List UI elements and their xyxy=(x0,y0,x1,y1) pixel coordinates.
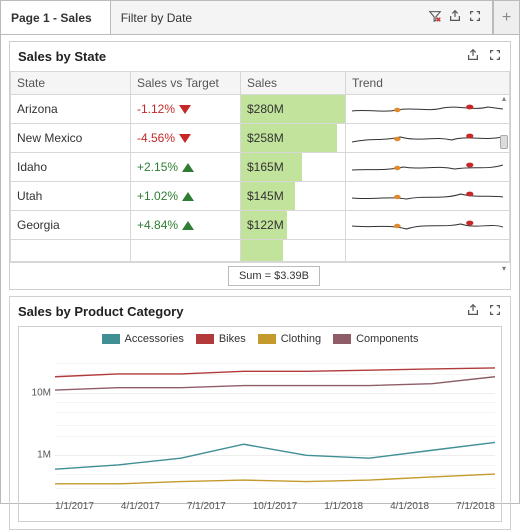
maximize-icon[interactable] xyxy=(480,48,502,65)
x-tick-label: 1/1/2018 xyxy=(324,501,363,512)
legend-item-components[interactable]: Components xyxy=(333,333,418,345)
export-icon[interactable] xyxy=(448,9,462,26)
cell-sales: $145M xyxy=(241,182,346,211)
series-line-components xyxy=(55,377,495,390)
cell-trend xyxy=(346,211,510,240)
maximize-icon[interactable] xyxy=(480,303,502,320)
chart-area: Accessories Bikes Clothing Components 1M 10M… xyxy=(18,326,502,522)
col-header-sales[interactable]: Sales xyxy=(241,72,346,95)
vertical-scrollbar-thumb[interactable] xyxy=(500,135,508,149)
export-icon[interactable] xyxy=(458,48,480,65)
legend-swatch xyxy=(258,334,276,344)
tab-page1-sales[interactable]: Page 1 - Sales xyxy=(1,1,111,34)
cell-state: Arizona xyxy=(11,95,131,124)
scroll-up-arrow[interactable]: ▴ xyxy=(500,95,508,103)
legend-item-bikes[interactable]: Bikes xyxy=(196,333,246,345)
col-header-vs[interactable]: Sales vs Target xyxy=(131,72,241,95)
triangle-down-icon xyxy=(179,134,191,143)
series-line-clothing xyxy=(55,474,495,484)
cell-vs-target: -4.56% xyxy=(131,124,241,153)
legend-swatch xyxy=(102,334,120,344)
col-header-state[interactable]: State xyxy=(11,72,131,95)
table-row[interactable]: Arizona-1.12%$280M xyxy=(11,95,510,124)
tab-title: Page 1 - Sales xyxy=(11,11,92,25)
x-tick-label: 7/1/2017 xyxy=(187,501,226,512)
x-tick-label: 1/1/2017 xyxy=(55,501,94,512)
y-tick-label: 1M xyxy=(37,450,51,461)
legend-item-accessories[interactable]: Accessories xyxy=(102,333,184,345)
plus-icon: + xyxy=(502,9,511,27)
legend-label: Accessories xyxy=(125,333,184,345)
state-table: State Sales vs Target Sales Trend Arizon… xyxy=(10,71,510,262)
x-tick-label: 4/1/2018 xyxy=(390,501,429,512)
cell-trend xyxy=(346,153,510,182)
triangle-up-icon xyxy=(182,221,194,230)
series-line-bikes xyxy=(55,368,495,377)
chart-legend: Accessories Bikes Clothing Components xyxy=(25,333,495,345)
cell-state: Utah xyxy=(11,182,131,211)
sum-label: Sum = $3.39B xyxy=(228,266,320,286)
series-line-accessories xyxy=(55,442,495,469)
legend-swatch xyxy=(196,334,214,344)
table-row[interactable]: Georgia+4.84%$122M xyxy=(11,211,510,240)
triangle-up-icon xyxy=(182,192,194,201)
chart-plot: 1M10M xyxy=(55,349,495,499)
panel-title: Sales by State xyxy=(18,49,106,64)
x-tick-label: 4/1/2017 xyxy=(121,501,160,512)
cell-trend xyxy=(346,124,510,153)
table-row[interactable]: Idaho+2.15%$165M xyxy=(11,153,510,182)
legend-label: Bikes xyxy=(219,333,246,345)
table-row[interactable]: Utah+1.02%$145M xyxy=(11,182,510,211)
cell-sales: $280M xyxy=(241,95,346,124)
cell-state: New Mexico xyxy=(11,124,131,153)
legend-label: Clothing xyxy=(281,333,321,345)
cell-vs-target: -1.12% xyxy=(131,95,241,124)
table-footer: Sum = $3.39B xyxy=(10,262,510,289)
y-tick-label: 10M xyxy=(32,387,51,398)
maximize-icon[interactable] xyxy=(468,9,482,26)
state-table-wrap: State Sales vs Target Sales Trend Arizon… xyxy=(10,71,510,289)
x-axis-ticks: 1/1/2017 4/1/2017 7/1/2017 10/1/2017 1/1/201… xyxy=(55,501,495,512)
legend-label: Components xyxy=(356,333,418,345)
cell-state: Idaho xyxy=(11,153,131,182)
tab-filter-by-date[interactable]: Filter by Date xyxy=(111,1,493,34)
table-header-row: State Sales vs Target Sales Trend xyxy=(11,72,510,95)
clear-filter-icon[interactable] xyxy=(428,9,442,26)
panel-header: Sales by State xyxy=(10,42,510,71)
export-icon[interactable] xyxy=(458,303,480,320)
cell-sales: $165M xyxy=(241,153,346,182)
legend-item-clothing[interactable]: Clothing xyxy=(258,333,321,345)
add-tab-button[interactable]: + xyxy=(493,1,519,34)
col-header-trend[interactable]: Trend xyxy=(346,72,510,95)
tab-title: Filter by Date xyxy=(121,11,192,25)
x-tick-label: 10/1/2017 xyxy=(253,501,298,512)
cell-trend xyxy=(346,95,510,124)
cell-state: Georgia xyxy=(11,211,131,240)
table-row[interactable]: New Mexico-4.56%$258M xyxy=(11,124,510,153)
triangle-down-icon xyxy=(179,105,191,114)
y-axis-ticks: 1M 10M xyxy=(25,349,53,499)
cell-vs-target: +1.02% xyxy=(131,182,241,211)
x-tick-label: 7/1/2018 xyxy=(456,501,495,512)
chart-lines xyxy=(55,349,495,499)
cell-sales: $258M xyxy=(241,124,346,153)
triangle-up-icon xyxy=(182,163,194,172)
scroll-down-arrow[interactable]: ▾ xyxy=(500,265,508,273)
tabs-bar: Page 1 - Sales Filter by Date xyxy=(1,1,519,35)
cell-vs-target: +2.15% xyxy=(131,153,241,182)
cell-trend xyxy=(346,182,510,211)
panel-sales-by-category: Sales by Product Category Accessories Bik… xyxy=(9,296,511,530)
panel-sales-by-state: Sales by State State Sales vs Target Sal… xyxy=(9,41,511,290)
panel-title: Sales by Product Category xyxy=(18,304,183,319)
cell-sales: $122M xyxy=(241,211,346,240)
legend-swatch xyxy=(333,334,351,344)
cell-vs-target: +4.84% xyxy=(131,211,241,240)
table-row-cutoff xyxy=(11,240,510,262)
panel-header: Sales by Product Category xyxy=(10,297,510,326)
